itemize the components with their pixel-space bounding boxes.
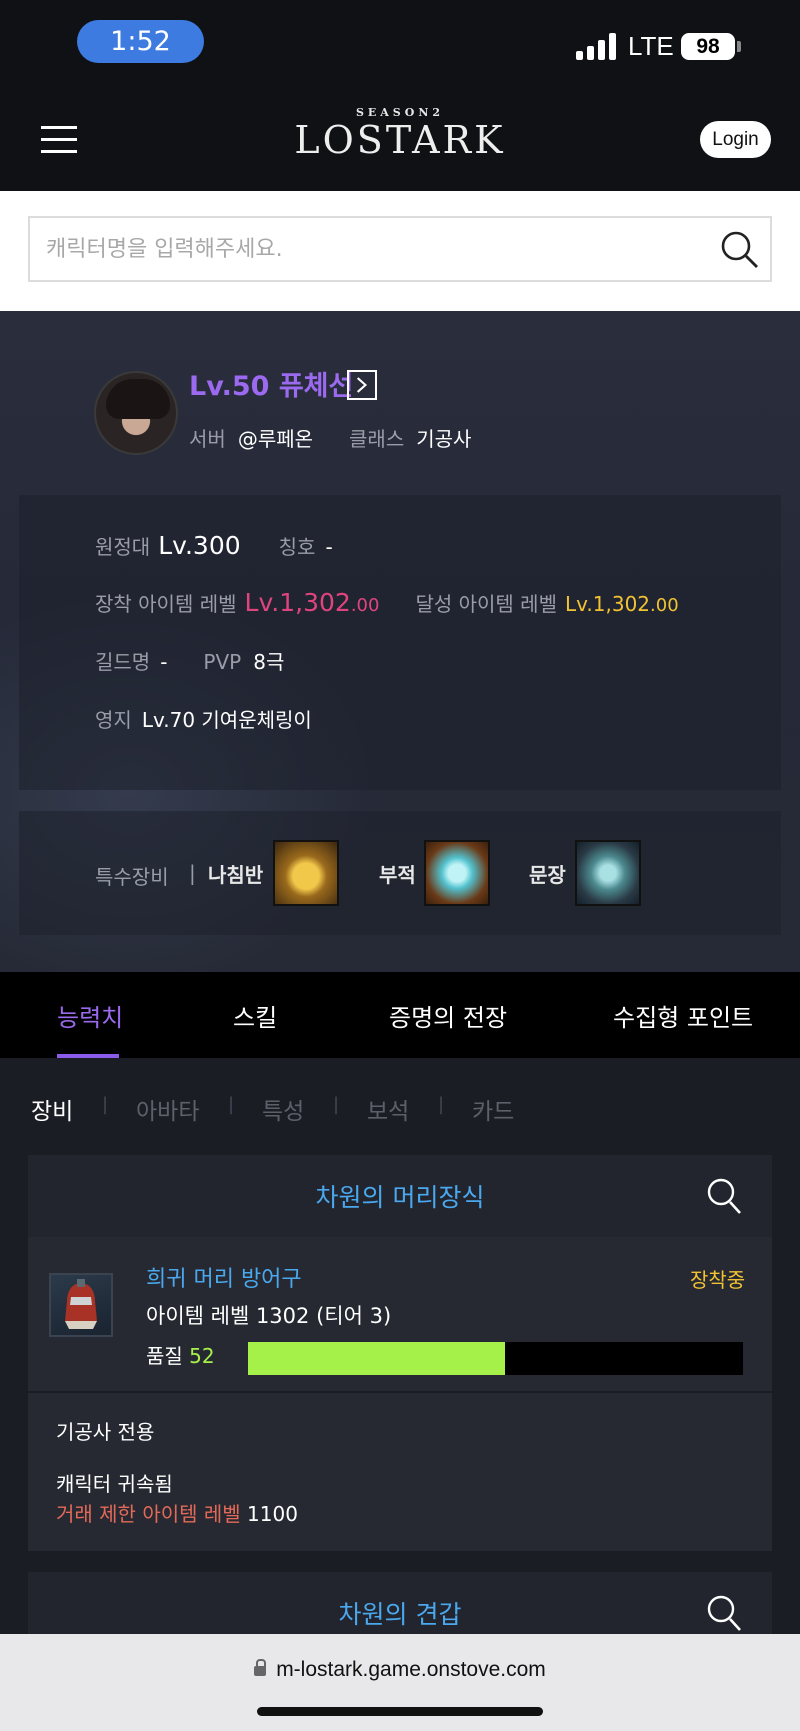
- sub-tabs: 장비 | 아바타 | 특성 | 보석 | 카드: [0, 1058, 800, 1154]
- search-input[interactable]: [46, 218, 686, 280]
- character-profile: Lv.50 퓨체선 서버 @루페온 클래스 기공사 원정대 Lv.300 칭호 …: [0, 311, 800, 972]
- trade-limit-value: 1100: [247, 1502, 298, 1526]
- achieved-level-value: Lv.1,302: [564, 592, 651, 616]
- compass-label: 나침반: [208, 863, 264, 887]
- character-name: Lv.50 퓨체선: [189, 371, 354, 402]
- menu-icon[interactable]: [41, 126, 77, 153]
- class-value: 기공사: [416, 427, 472, 451]
- lock-icon: [254, 1659, 267, 1676]
- url-text: m-lostark.game.onstove.com: [276, 1658, 546, 1681]
- battery-icon: 98: [681, 33, 735, 60]
- browser-address-bar: m-lostark.game.onstove.com: [0, 1634, 800, 1731]
- estate-label: 영지: [95, 708, 132, 732]
- next-item-card-header: 차원의 견갑: [28, 1572, 772, 1634]
- bound-text: 캐릭터 귀속됨: [56, 1472, 173, 1496]
- subtab-separator: |: [438, 1094, 445, 1115]
- helmet-icon: [65, 1279, 97, 1329]
- quality-value: 52: [189, 1344, 215, 1368]
- quality-label: 품질: [146, 1344, 183, 1368]
- equip-level-label: 장착 아이템 레벨: [95, 592, 237, 616]
- search-section: [0, 191, 800, 311]
- title-label: 칭호: [278, 535, 316, 559]
- tab-proving-grounds[interactable]: 증명의 전장: [389, 972, 507, 1058]
- search-icon[interactable]: [720, 230, 760, 270]
- item-thumbnail: [49, 1273, 113, 1337]
- expedition-label: 원정대: [95, 535, 151, 559]
- tab-collectibles[interactable]: 수집형 포인트: [613, 972, 753, 1058]
- character-avatar: [94, 371, 178, 455]
- quality-bar-fill: [248, 1342, 506, 1375]
- trade-limit-row: 거래 제한 아이템 레벨 1100: [56, 1498, 298, 1527]
- charm-label: 부적: [379, 863, 416, 887]
- special-gear-panel: 특수장비 | 나침반 부적 문장: [19, 811, 781, 935]
- estate-row: 영지 Lv.70 기여운체링이: [95, 704, 312, 733]
- tab-skills[interactable]: 스킬: [233, 972, 277, 1058]
- guild-value: -: [160, 650, 168, 674]
- home-indicator: [257, 1707, 543, 1716]
- lostark-logo[interactable]: SEASON2 LOSTARK: [290, 106, 510, 170]
- item-level-row: 장착 아이템 레벨 Lv.1,302 .00 달성 아이템 레벨 Lv.1,30…: [95, 588, 679, 617]
- subtab-gems[interactable]: 보석: [367, 1092, 409, 1126]
- tab-stats[interactable]: 능력치: [57, 972, 123, 1058]
- subtab-traits[interactable]: 특성: [262, 1092, 304, 1126]
- achieved-level-label: 달성 아이템 레벨: [415, 592, 557, 616]
- server-class-row: 서버 @루페온 클래스 기공사: [189, 423, 471, 452]
- title-value: -: [325, 535, 333, 559]
- expedition-value: Lv.300: [158, 531, 241, 560]
- subtab-cards[interactable]: 카드: [472, 1092, 514, 1126]
- network-type: LTE: [628, 31, 674, 61]
- battery-tip: [737, 41, 741, 52]
- open-link-icon[interactable]: [347, 370, 377, 400]
- emblem-icon[interactable]: [575, 840, 641, 906]
- expedition-row: 원정대 Lv.300 칭호 -: [95, 531, 333, 560]
- estate-value: Lv.70 기여운체링이: [141, 708, 312, 732]
- guild-pvp-row: 길드명 - PVP 8극: [95, 646, 284, 675]
- item-card: 차원의 머리장식 희귀 머리 방어구 장착중 아이템 레벨 1302 (티어 3…: [28, 1155, 772, 1551]
- info-panel: 원정대 Lv.300 칭호 - 장착 아이템 레벨 Lv.1,302 .00 달…: [19, 495, 781, 790]
- subtab-avatar[interactable]: 아바타: [136, 1092, 199, 1126]
- item-card-header: 차원의 머리장식: [28, 1155, 772, 1237]
- class-label: 클래스: [349, 427, 405, 451]
- equip-level-decimal: .00: [350, 595, 380, 616]
- server-value: @루페온: [237, 427, 314, 451]
- guild-label: 길드명: [95, 650, 151, 674]
- signal-icon: [576, 32, 616, 60]
- class-only-text: 기공사 전용: [56, 1420, 155, 1444]
- subtab-separator: |: [228, 1094, 235, 1115]
- status-bar: 1:52 LTE 98: [0, 0, 800, 88]
- search-icon[interactable]: [706, 1177, 742, 1215]
- subtab-separator: |: [102, 1094, 109, 1115]
- trade-limit-label: 거래 제한 아이템 레벨: [56, 1502, 241, 1526]
- compass-icon[interactable]: [273, 840, 339, 906]
- next-item-card: 차원의 견갑: [28, 1572, 772, 1634]
- pvp-label: PVP: [203, 650, 242, 674]
- charm-icon[interactable]: [424, 840, 490, 906]
- equipped-badge: 장착중: [690, 1268, 746, 1292]
- top-nav: SEASON2 LOSTARK Login: [0, 88, 800, 191]
- quality-bar: [248, 1342, 743, 1375]
- search-box: [28, 216, 772, 282]
- next-item-card-title: 차원의 견갑: [338, 1600, 462, 1629]
- main-tabs: 능력치 스킬 증명의 전장 수집형 포인트: [0, 972, 800, 1058]
- item-name: 희귀 머리 방어구: [146, 1267, 302, 1292]
- card-divider: [28, 1391, 772, 1393]
- search-icon[interactable]: [706, 1594, 742, 1632]
- equip-level-value: Lv.1,302: [244, 588, 351, 617]
- achieved-level-decimal: .00: [650, 595, 679, 616]
- item-card-title: 차원의 머리장식: [315, 1183, 485, 1212]
- subtab-equipment[interactable]: 장비: [31, 1092, 73, 1126]
- logo-main: LOSTARK: [294, 118, 506, 162]
- emblem-label: 문장: [529, 863, 566, 887]
- status-time: 1:52: [77, 20, 204, 63]
- special-gear-separator: |: [189, 861, 196, 885]
- item-level: 아이템 레벨 1302 (티어 3): [146, 1304, 392, 1328]
- subtab-separator: |: [333, 1094, 340, 1115]
- quality-row: 품질 52: [146, 1340, 215, 1369]
- server-label: 서버: [189, 427, 226, 451]
- pvp-value: 8극: [253, 650, 285, 674]
- login-button[interactable]: Login: [700, 121, 771, 158]
- special-gear-label: 특수장비: [95, 865, 169, 889]
- url-row[interactable]: m-lostark.game.onstove.com: [0, 1658, 800, 1682]
